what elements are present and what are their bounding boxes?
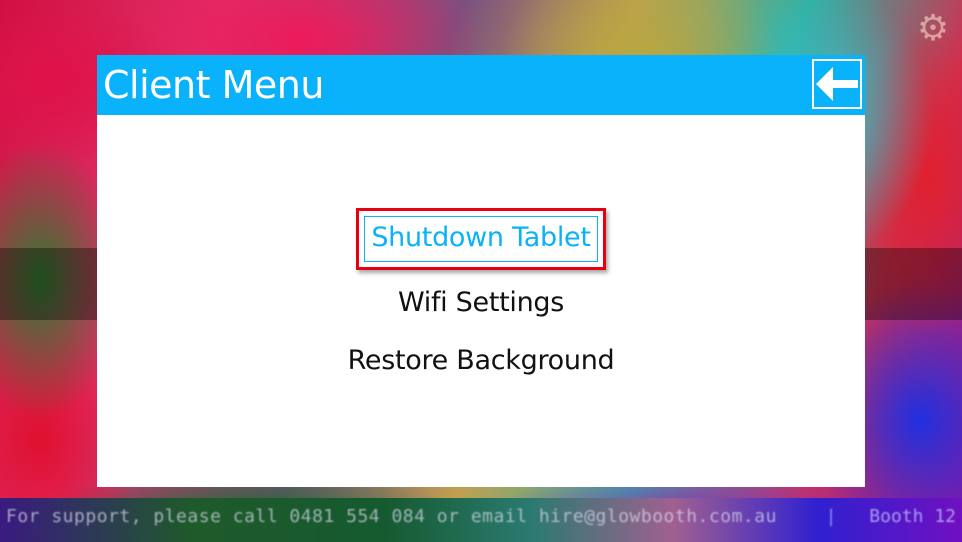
menu-item-restore-background[interactable]: Restore Background [348,332,615,390]
footer-bar: For support, please call 0481 554 084 or… [0,498,962,542]
gear-icon: ⚙ [916,8,950,49]
dialog-header: Client Menu [97,55,865,115]
menu-item-shutdown-tablet[interactable]: Shutdown Tablet [356,208,606,270]
menu-item-wifi-settings[interactable]: Wifi Settings [398,274,564,332]
support-text: For support, please call 0481 554 084 or… [6,506,777,527]
back-button[interactable] [812,59,862,109]
booth-label: Booth 12 [869,506,956,527]
dialog-title: Client Menu [103,63,324,107]
client-menu-dialog: Client Menu Shutdown Tablet Wifi Setting… [97,55,865,487]
settings-gear-button[interactable]: ⚙ [914,10,952,48]
footer-separator: | [828,506,835,527]
menu-item-label: Shutdown Tablet [364,216,598,262]
menu-list: Shutdown Tablet Wifi Settings Restore Ba… [97,205,865,390]
arrow-left-icon [816,67,858,101]
